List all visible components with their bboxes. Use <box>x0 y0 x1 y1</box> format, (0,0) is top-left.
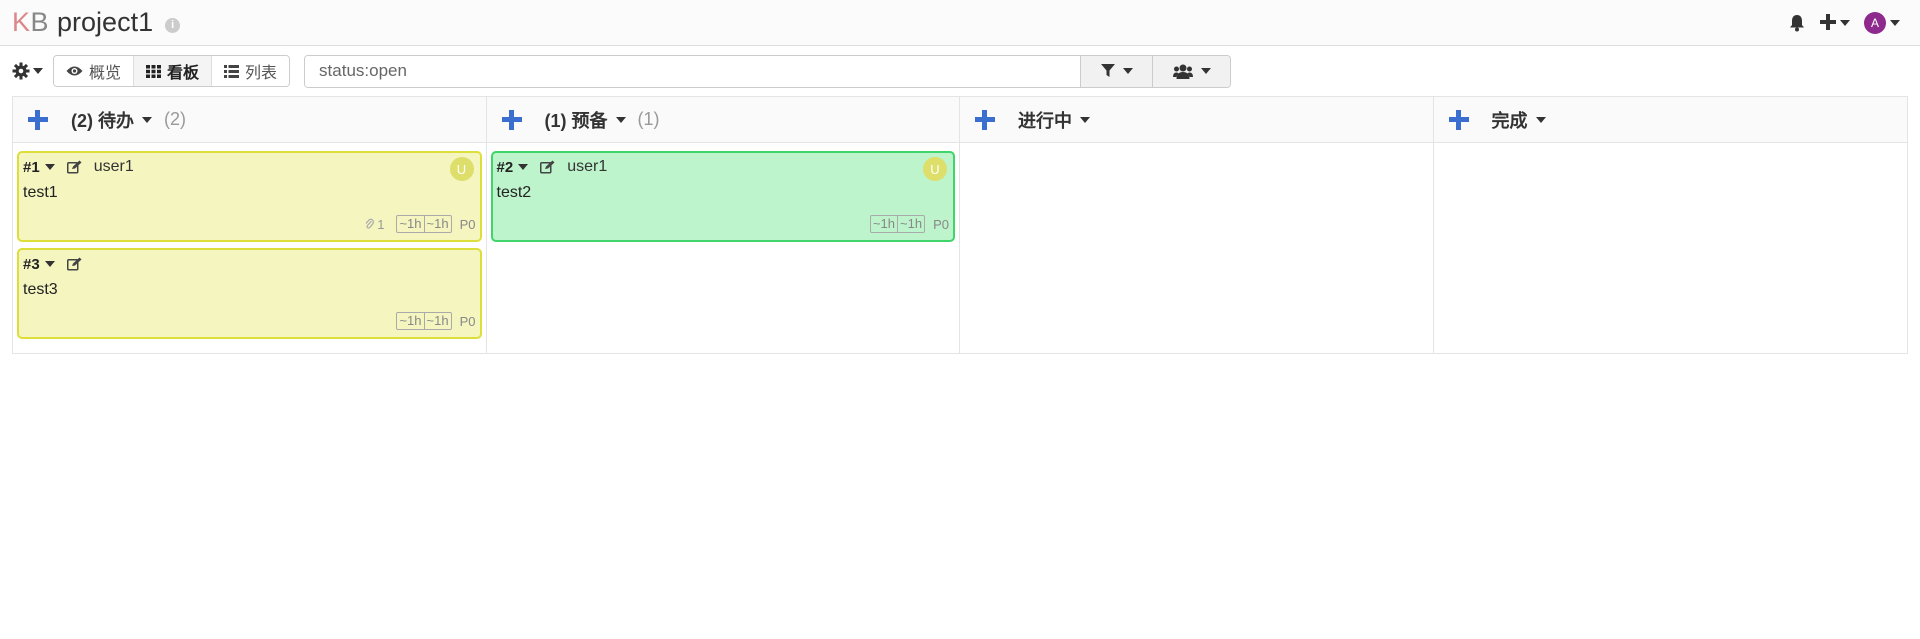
avatar: U <box>449 157 474 181</box>
task-title[interactable]: test1 <box>23 184 476 202</box>
view-overview-button[interactable]: 概览 <box>54 56 135 86</box>
column-body: #1 user1 U test1 1 ~1h ~1h P0 #3 test3 ~… <box>13 143 486 353</box>
column-ready: (1) 预备 (1) #2 user1 U test2 ~1h ~1h P0 <box>486 97 960 353</box>
search-input[interactable] <box>305 55 1081 87</box>
column-header: 进行中 <box>960 97 1433 143</box>
eye-icon <box>66 66 83 76</box>
column-task-count: (2) <box>164 109 186 129</box>
task-priority: P0 <box>459 313 476 329</box>
column-task-count: (1) <box>637 109 660 129</box>
task-footer: 1 ~1h ~1h P0 <box>365 215 476 233</box>
add-task-icon[interactable] <box>974 109 996 131</box>
time-tracking: ~1h ~1h <box>869 215 926 233</box>
paperclip-icon <box>365 218 375 229</box>
time-tracking: ~1h ~1h <box>396 312 452 330</box>
task-assignee: user1 <box>93 158 134 175</box>
view-switcher: 概览 看板 列表 <box>53 55 291 87</box>
task-title[interactable]: test2 <box>497 184 950 202</box>
chevron-down-icon[interactable] <box>142 116 152 123</box>
column-body <box>1434 143 1908 159</box>
time-estimated: ~1h <box>399 313 422 328</box>
bell-icon[interactable] <box>1788 14 1806 32</box>
new-item-menu[interactable] <box>1820 10 1850 36</box>
view-overview-label: 概览 <box>89 65 122 82</box>
add-task-icon[interactable] <box>501 109 523 131</box>
view-board-label: 看板 <box>167 65 200 82</box>
chevron-down-icon[interactable] <box>44 261 55 267</box>
task-card[interactable]: #2 user1 U test2 ~1h ~1h P0 <box>490 151 955 242</box>
chevron-down-icon <box>1200 68 1211 74</box>
time-tracking: ~1h ~1h <box>396 215 452 233</box>
add-task-icon[interactable] <box>1448 109 1470 131</box>
task-title[interactable]: test3 <box>23 281 476 299</box>
chevron-down-icon <box>33 68 43 74</box>
chevron-down-icon <box>1122 68 1133 74</box>
avatar: A <box>1864 11 1886 34</box>
brand: KB project1 i <box>12 7 181 38</box>
task-footer: ~1h ~1h P0 <box>869 215 949 233</box>
search-group <box>304 54 1232 88</box>
kanboard-logo[interactable]: KB <box>12 7 49 38</box>
column-done: 完成 <box>1433 97 1908 353</box>
chevron-down-icon[interactable] <box>1535 116 1546 123</box>
user-menu[interactable]: A <box>1864 11 1900 34</box>
column-title[interactable]: 进行中 <box>1018 107 1072 133</box>
view-board-button[interactable]: 看板 <box>134 56 213 86</box>
view-list-button[interactable]: 列表 <box>212 56 290 86</box>
top-header: KB project1 i A <box>0 0 1920 46</box>
header-actions: A <box>1788 10 1908 36</box>
list-icon <box>224 64 240 78</box>
project-title: project1 <box>57 7 154 37</box>
chevron-down-icon[interactable] <box>1080 116 1090 123</box>
filter-dropdown-button[interactable] <box>1080 55 1153 87</box>
edit-icon[interactable] <box>66 257 82 271</box>
column-body: #2 user1 U test2 ~1h ~1h P0 <box>487 143 960 256</box>
time-spent: ~1h <box>897 216 924 232</box>
users-dropdown-button[interactable] <box>1152 55 1231 87</box>
edit-icon[interactable] <box>540 160 555 174</box>
grid-icon <box>146 64 162 78</box>
avatar: U <box>923 157 947 181</box>
column-title[interactable]: (2) 待办 <box>71 107 134 133</box>
attachment-count[interactable]: 1 <box>365 217 384 232</box>
chevron-down-icon <box>1890 19 1900 26</box>
chevron-down-icon[interactable] <box>518 164 529 170</box>
chevron-down-icon[interactable] <box>615 116 626 123</box>
column-title[interactable]: (1) 预备 <box>545 107 608 133</box>
info-icon[interactable]: i <box>165 17 181 33</box>
gear-icon <box>12 62 30 80</box>
column-header: (1) 预备 (1) <box>486 97 959 143</box>
chevron-down-icon[interactable] <box>44 164 55 170</box>
column-body <box>960 143 1433 159</box>
view-list-label: 列表 <box>245 65 278 82</box>
task-footer: ~1h ~1h P0 <box>396 312 476 330</box>
task-card[interactable]: #3 test3 ~1h ~1h P0 <box>17 248 482 339</box>
time-spent: ~1h <box>423 216 451 232</box>
column-header: (2) 待办 (2) <box>13 97 486 143</box>
toolbar: 概览 看板 列表 <box>0 46 1920 96</box>
time-estimated: ~1h <box>872 216 896 231</box>
column-in-progress: 进行中 <box>960 97 1434 353</box>
edit-icon[interactable] <box>66 160 82 174</box>
filter-icon <box>1100 64 1115 77</box>
task-id[interactable]: #3 <box>23 256 40 273</box>
plus-icon <box>1820 10 1836 36</box>
column-header: 完成 <box>1433 97 1907 143</box>
chevron-down-icon <box>1840 19 1850 26</box>
kanban-board: (2) 待办 (2) #1 user1 U test1 1 ~1h ~1h P0… <box>12 96 1908 354</box>
users-icon <box>1172 64 1193 79</box>
column-title[interactable]: 完成 <box>1492 107 1528 133</box>
task-priority: P0 <box>933 216 949 232</box>
time-spent: ~1h <box>423 313 451 329</box>
task-assignee: user1 <box>567 158 608 175</box>
add-task-icon[interactable] <box>27 109 49 131</box>
task-card[interactable]: #1 user1 U test1 1 ~1h ~1h P0 <box>17 151 482 242</box>
settings-menu[interactable] <box>12 62 43 80</box>
task-priority: P0 <box>459 216 476 232</box>
column-todo: (2) 待办 (2) #1 user1 U test1 1 ~1h ~1h P0… <box>13 97 487 353</box>
time-estimated: ~1h <box>399 216 422 231</box>
task-id[interactable]: #1 <box>23 159 40 176</box>
task-id[interactable]: #2 <box>497 159 514 176</box>
